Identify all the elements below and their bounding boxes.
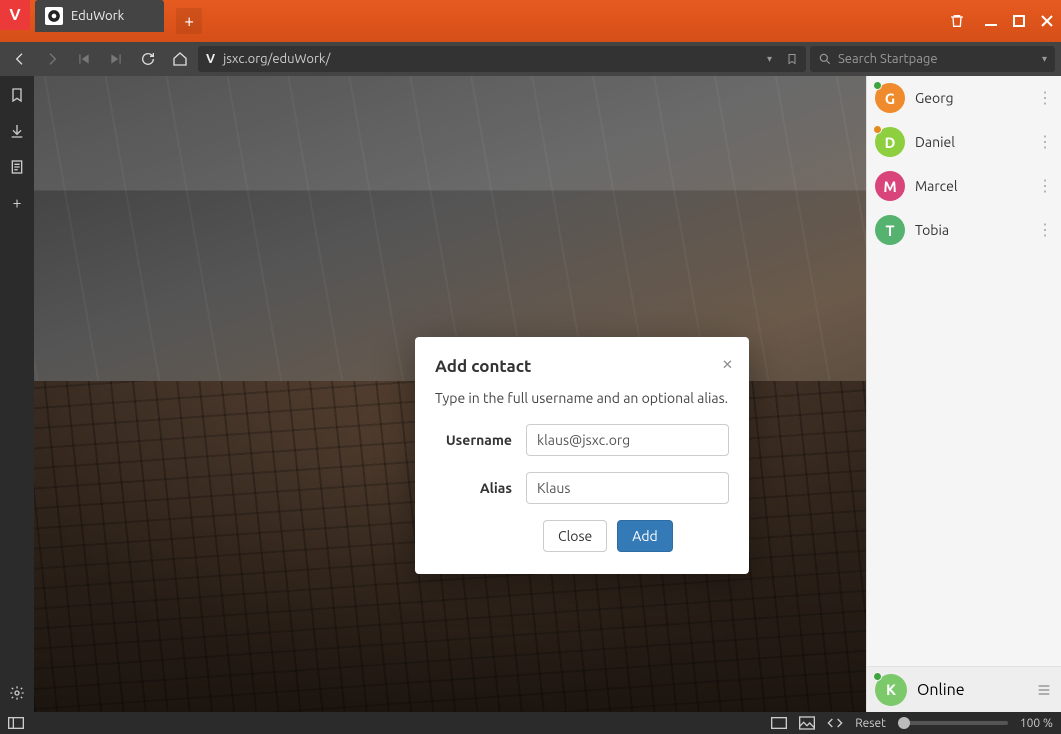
titlebar: V EduWork + <box>0 0 1061 42</box>
roster-list: G Georg ⋮ D Daniel ⋮ M Marcel ⋮ T Tobia ⋮ <box>867 76 1061 666</box>
alias-input[interactable] <box>526 472 729 504</box>
contact-name: Marcel <box>915 178 958 194</box>
roster-contact[interactable]: D Daniel ⋮ <box>867 120 1061 164</box>
dialog-description: Type in the full username and an optiona… <box>435 390 729 406</box>
contact-menu-icon[interactable]: ⋮ <box>1037 94 1053 102</box>
panel-settings-icon[interactable] <box>8 684 26 702</box>
search-dropdown-icon[interactable]: ▾ <box>1042 53 1047 65</box>
alias-label: Alias <box>435 480 512 496</box>
username-input[interactable] <box>526 424 729 456</box>
zoom-slider[interactable] <box>898 721 1008 725</box>
panel-bookmarks-icon[interactable] <box>8 86 26 104</box>
roster-contact[interactable]: G Georg ⋮ <box>867 76 1061 120</box>
panel-notes-icon[interactable] <box>8 158 26 176</box>
contact-name: Daniel <box>915 134 955 150</box>
contact-avatar-initial: T <box>885 222 894 239</box>
panel-add-icon[interactable]: + <box>8 194 26 212</box>
contact-avatar-initial: G <box>885 90 895 107</box>
nav-forward-button[interactable] <box>38 45 66 73</box>
contact-avatar: M <box>875 171 905 201</box>
contact-avatar: T <box>875 215 905 245</box>
search-field[interactable]: Search Startpage ▾ <box>810 46 1055 72</box>
contact-avatar: G <box>875 83 905 113</box>
self-status-label: Online <box>917 681 965 699</box>
zoom-slider-knob[interactable] <box>898 717 910 729</box>
add-button[interactable]: Add <box>617 520 672 552</box>
contact-avatar-initial: D <box>885 134 896 151</box>
contact-name: Georg <box>915 90 954 106</box>
site-badge-icon: V <box>206 52 215 66</box>
self-avatar: K <box>875 674 907 706</box>
window-close-button[interactable] <box>1033 0 1061 42</box>
tab-title: EduWork <box>71 9 124 23</box>
search-placeholder: Search Startpage <box>838 52 938 66</box>
presence-indicator <box>873 672 882 681</box>
page-viewport: × Add contact Type in the full username … <box>34 76 866 712</box>
roster-self-row[interactable]: K Online <box>867 666 1061 712</box>
nav-back-button[interactable] <box>6 45 34 73</box>
panel-toggle-icon[interactable] <box>8 717 24 729</box>
presence-indicator <box>873 125 882 134</box>
contact-avatar-initial: M <box>883 178 896 195</box>
contact-avatar: D <box>875 127 905 157</box>
username-label: Username <box>435 432 512 448</box>
presence-indicator <box>873 81 882 90</box>
add-contact-dialog: × Add contact Type in the full username … <box>415 337 749 574</box>
url-text: jsxc.org/eduWork/ <box>223 52 330 66</box>
tile-icon[interactable] <box>771 717 787 729</box>
search-icon <box>818 52 832 66</box>
panel-downloads-icon[interactable] <box>8 122 26 140</box>
roster-contact[interactable]: M Marcel ⋮ <box>867 164 1061 208</box>
image-toggle-icon[interactable] <box>799 716 815 730</box>
zoom-level-label: 100 % <box>1020 717 1053 730</box>
url-field[interactable]: V jsxc.org/eduWork/ ▾ <box>198 46 806 72</box>
contact-menu-icon[interactable]: ⋮ <box>1037 138 1053 146</box>
nav-reload-button[interactable] <box>134 45 162 73</box>
contact-menu-icon[interactable]: ⋮ <box>1037 226 1053 234</box>
side-panel: + <box>0 76 34 712</box>
new-tab-button[interactable]: + <box>176 8 202 34</box>
window-maximize-button[interactable] <box>1005 0 1033 42</box>
zoom-reset-button[interactable]: Reset <box>855 717 886 730</box>
roster-menu-icon[interactable] <box>1035 682 1053 698</box>
contact-menu-icon[interactable]: ⋮ <box>1037 182 1053 190</box>
nav-rewind-button[interactable] <box>70 45 98 73</box>
close-button[interactable]: Close <box>543 520 607 552</box>
roster-contact[interactable]: T Tobia ⋮ <box>867 208 1061 252</box>
tab-favicon <box>45 7 63 25</box>
status-bar: Reset 100 % <box>0 712 1061 734</box>
nav-fastforward-button[interactable] <box>102 45 130 73</box>
tab-active[interactable]: EduWork <box>35 0 164 32</box>
chat-roster: G Georg ⋮ D Daniel ⋮ M Marcel ⋮ T Tobia ⋮ K Online <box>866 76 1061 712</box>
window-minimize-button[interactable] <box>977 0 1005 42</box>
bookmark-icon[interactable] <box>786 52 798 66</box>
self-avatar-initial: K <box>886 681 896 698</box>
nav-home-button[interactable] <box>166 45 194 73</box>
app-logo: V <box>0 0 30 30</box>
page-actions-icon[interactable] <box>827 717 843 729</box>
contact-name: Tobia <box>915 222 949 238</box>
dialog-title: Add contact <box>435 357 729 376</box>
dialog-close-icon[interactable]: × <box>722 351 733 374</box>
address-toolbar: V jsxc.org/eduWork/ ▾ Search Startpage ▾ <box>0 42 1061 76</box>
trash-icon[interactable] <box>943 0 971 42</box>
url-dropdown-icon[interactable]: ▾ <box>767 53 772 65</box>
